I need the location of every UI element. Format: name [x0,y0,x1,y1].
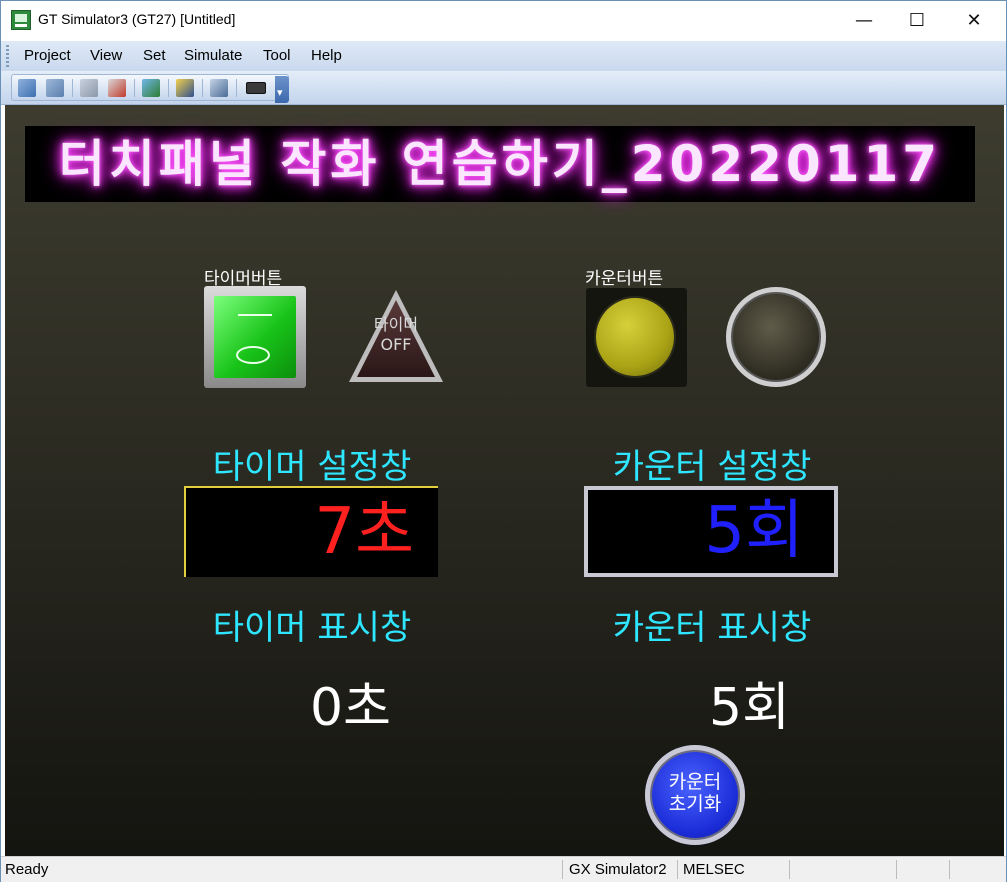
window-title: GT Simulator3 (GT27) [Untitled] [38,11,236,27]
toolbar [1,71,1006,105]
menu-set[interactable]: Set [143,47,166,64]
device-monitor-icon[interactable] [142,79,160,97]
timer-lamp-line2: OFF [380,335,412,354]
timer-setting-input[interactable]: 7초 [184,486,438,577]
status-divider [789,860,790,879]
counter-setting-value: 5회 [704,494,804,568]
toolbar-overflow-button[interactable] [275,76,289,103]
counter-reset-label: 카운터 초기화 [645,771,745,815]
maximize-button[interactable]: ☐ [894,1,940,39]
title-banner: 터치패널 작화 연습하기_20220117 [25,126,975,202]
gt-simulator-app-icon [11,10,31,30]
monitor-icon[interactable] [108,79,126,97]
timer-display-value: 0초 [310,678,391,738]
reset-label-line1: 카운터 [668,771,722,793]
menu-tool[interactable]: Tool [263,47,291,64]
got-screen: 터치패널 작화 연습하기_20220117 타이머버튼 타이머 OFF 카운터버… [5,105,1004,856]
timer-display-label: 타이머 표시창 [212,608,412,648]
counter-button-label: 카운터버튼 [585,269,664,289]
status-divider [677,860,678,879]
app-window: GT Simulator3 (GT27) [Untitled] — ☐ ✕ Pr… [0,0,1007,882]
title-bar: GT Simulator3 (GT27) [Untitled] — ☐ ✕ [1,1,1006,39]
toolbar-separator [236,79,237,97]
timer-setting-label: 타이머 설정창 [212,447,412,487]
timer-lamp-text: 타이머 OFF [345,315,447,355]
banner-title: 터치패널 작화 연습하기_20220117 [58,135,942,193]
reload-icon[interactable] [18,79,36,97]
status-divider [562,860,563,879]
counter-display-value: 5회 [709,678,790,738]
status-divider [896,860,897,879]
timer-setting-value: 7초 [314,495,414,569]
timer-switch-button[interactable] [204,286,306,388]
toolbar-separator [134,79,135,97]
status-simulator: GX Simulator2 [569,861,667,878]
menu-simulate[interactable]: Simulate [184,47,242,64]
counter-push-button[interactable] [586,288,687,387]
counter-button-face [596,298,674,376]
counter-setting-input[interactable]: 5회 [584,486,838,577]
timer-lamp-line1: 타이머 [373,315,419,334]
close-button[interactable]: ✕ [951,1,997,39]
menu-bar: Project View Set Simulate Tool Help [1,41,1006,71]
toolbar-separator [168,79,169,97]
menu-view[interactable]: View [90,47,122,64]
step-icon[interactable] [80,79,98,97]
refresh-icon[interactable] [176,79,194,97]
counter-setting-label: 카운터 설정창 [612,447,812,487]
switch-off-mark-icon [236,346,270,364]
toolbar-group [11,74,289,101]
reset-label-line2: 초기화 [668,793,722,815]
status-bar: Ready GX Simulator2 MELSEC [1,856,1006,882]
minimize-button[interactable]: — [841,1,887,39]
timer-switch-face [214,296,296,378]
open-icon[interactable] [46,79,64,97]
toolbar-separator [72,79,73,97]
toolbar-separator [202,79,203,97]
switch-on-mark-icon [238,314,272,316]
search-device-icon[interactable] [210,79,228,97]
menu-project[interactable]: Project [24,47,71,64]
status-ready: Ready [5,861,49,878]
menubar-grip[interactable] [6,45,9,67]
keyboard-icon[interactable] [246,82,266,94]
menu-help[interactable]: Help [311,47,342,64]
counter-display-label: 카운터 표시창 [612,608,812,648]
status-divider [949,860,950,879]
counter-lamp-icon [726,287,826,387]
status-plc: MELSEC [683,861,745,878]
counter-reset-button[interactable]: 카운터 초기화 [645,745,745,845]
